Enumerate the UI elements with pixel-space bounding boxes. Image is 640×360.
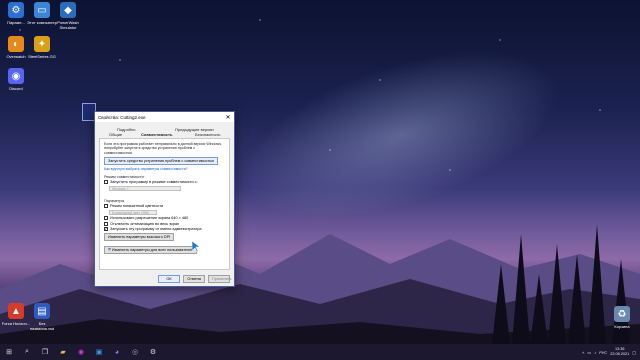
manual-settings-link[interactable]: Как вручную выбрать параметры совместимо…: [104, 167, 225, 171]
vsd-file-icon: ▤: [34, 303, 50, 319]
steelseries-app-icon: ✦: [34, 36, 50, 52]
compatibility-panel: Если эта программа работает неправильно …: [99, 138, 230, 270]
pine-tree: [512, 234, 530, 344]
network-icon[interactable]: ▭: [587, 350, 591, 355]
desktop-icon-vsd-file[interactable]: ▤ Без названия.vsd: [26, 303, 58, 331]
resolution-checkbox[interactable]: [104, 216, 108, 221]
steam-icon[interactable]: ◎: [126, 344, 144, 360]
powerwash-app-icon: ◆: [60, 2, 76, 18]
tab-compatibility[interactable]: Совместимость: [141, 132, 172, 137]
desktop-icon-label: Discord: [9, 86, 23, 91]
fullscreen-opt-label: Отключить оптимизацию во весь экран: [110, 221, 180, 226]
tab-security[interactable]: Безопасность: [195, 132, 221, 137]
search-icon[interactable]: ⌕: [18, 344, 36, 360]
pine-tree: [568, 254, 586, 344]
dialog-footer: ОК Отмена Применить: [158, 275, 232, 283]
tab-general[interactable]: Общие: [109, 132, 122, 137]
notifications-icon[interactable]: ▢: [632, 350, 636, 355]
desktop-icon-steelseries[interactable]: ✦ SteelSeries GG: [26, 36, 58, 59]
compat-mode-heading: Режим совместимости: [104, 174, 144, 179]
all-users-button[interactable]: ⛨ Изменить параметры для всех пользовате…: [104, 246, 198, 255]
settings-app-icon: ⚙: [8, 2, 24, 18]
clock-date: 22.08.2021: [610, 352, 630, 356]
clock[interactable]: 13:36 22.08.2021: [610, 347, 629, 357]
discord-app-icon: ◉: [8, 68, 24, 84]
fullscreen-opt-checkbox[interactable]: [104, 221, 108, 226]
close-icon[interactable]: ✕: [222, 114, 234, 121]
overwatch-app-icon: ◐: [8, 36, 24, 52]
desktop-icon-recycle-bin[interactable]: ♻ Корзина: [606, 306, 638, 329]
windows-start-icon[interactable]: ⊞: [0, 344, 18, 360]
cancel-button[interactable]: Отмена: [183, 275, 205, 283]
explorer-icon[interactable]: ▰: [54, 344, 72, 360]
task-view-icon[interactable]: ❐: [36, 344, 54, 360]
resolution-label: Использовать разрешение экрана 640 × 480: [110, 216, 189, 221]
high-dpi-button[interactable]: Изменить параметры высокого DPI: [104, 233, 175, 242]
volume-icon[interactable]: ♪: [594, 350, 596, 355]
compat-mode-checkbox[interactable]: [104, 180, 108, 185]
run-as-admin-label: Запускать эту программу от имени админис…: [110, 227, 202, 232]
desktop-icon-label: Без названия.vsd: [29, 321, 55, 331]
language-indicator[interactable]: РУС: [599, 350, 607, 355]
params-heading: Параметры: [104, 198, 125, 203]
pine-tree: [612, 259, 630, 344]
color-depth-select: 8-разрядный цвет (256): [109, 209, 157, 215]
desktop-icon-powerwash[interactable]: ◆ PowerWash Simulator: [52, 2, 84, 30]
run-as-admin-checkbox[interactable]: ✓: [104, 227, 108, 232]
pine-tree: [492, 264, 510, 344]
intro-text: Если эта программа работает неправильно …: [104, 142, 222, 155]
edge-icon[interactable]: ◉: [72, 344, 90, 360]
desktop-icon-label: SteelSeries GG: [28, 54, 56, 59]
this-pc-app-icon: ▭: [34, 2, 50, 18]
mouse-cursor-icon: [192, 241, 201, 253]
desktop-icon-label: Корзина: [614, 324, 630, 329]
fullscreen-opt-row[interactable]: Отключить оптимизацию во весь экран: [104, 221, 225, 226]
dialog-tabs: Подробно Предыдущие версии Общие Совмест…: [95, 122, 234, 138]
dialog-title-bar[interactable]: Свойства: Cutting2.exe ✕: [95, 112, 234, 122]
run-as-admin-row[interactable]: ✓ Запускать эту программу от имени админ…: [104, 227, 225, 232]
all-users-label: Изменить параметры для всех пользователе…: [111, 248, 194, 253]
tray-chevron-icon[interactable]: ˄: [582, 350, 584, 355]
pine-tree: [548, 244, 566, 344]
pine-tree: [530, 274, 548, 344]
taskbar: ⊞ ⌕ ❐ ▰ ◉ ▣ ◕ ◎ ⚙ ˄ ▭ ♪ РУС 13:36 22.08.…: [0, 344, 640, 360]
apply-button[interactable]: Применить: [208, 275, 232, 283]
recycle-bin-icon: ♻: [614, 306, 630, 322]
properties-dialog: Свойства: Cutting2.exe ✕ Подробно Предыд…: [94, 111, 235, 287]
system-tray: ˄ ▭ ♪ РУС 13:36 22.08.2021 ▢: [582, 347, 640, 357]
settings-icon[interactable]: ⚙: [144, 344, 162, 360]
discord-icon[interactable]: ◕: [108, 344, 126, 360]
desktop-icon-discord[interactable]: ◉ Discord: [0, 68, 32, 91]
troubleshooter-button[interactable]: Запустить средство устранения проблем с …: [104, 157, 219, 166]
compat-os-select: Windows 7: [109, 185, 181, 191]
resolution-row[interactable]: Использовать разрешение экрана 640 × 480: [104, 216, 225, 221]
compat-mode-row[interactable]: Запустить программу в режиме совместимос…: [104, 180, 225, 185]
forza-app-icon: ▲: [8, 303, 24, 319]
reduced-color-row[interactable]: Режим пониженной цветности: [104, 204, 225, 209]
dialog-title: Свойства: Cutting2.exe: [98, 114, 146, 120]
pine-tree: [588, 224, 606, 344]
compat-mode-label: Запустить программу в режиме совместимос…: [110, 180, 198, 185]
reduced-color-checkbox[interactable]: [104, 204, 108, 209]
shield-icon: ⛨: [108, 248, 111, 253]
store-icon[interactable]: ▣: [90, 344, 108, 360]
ok-button[interactable]: ОК: [158, 275, 180, 283]
reduced-color-label: Режим пониженной цветности: [110, 204, 164, 209]
desktop-icon-label: PowerWash Simulator: [57, 20, 79, 30]
